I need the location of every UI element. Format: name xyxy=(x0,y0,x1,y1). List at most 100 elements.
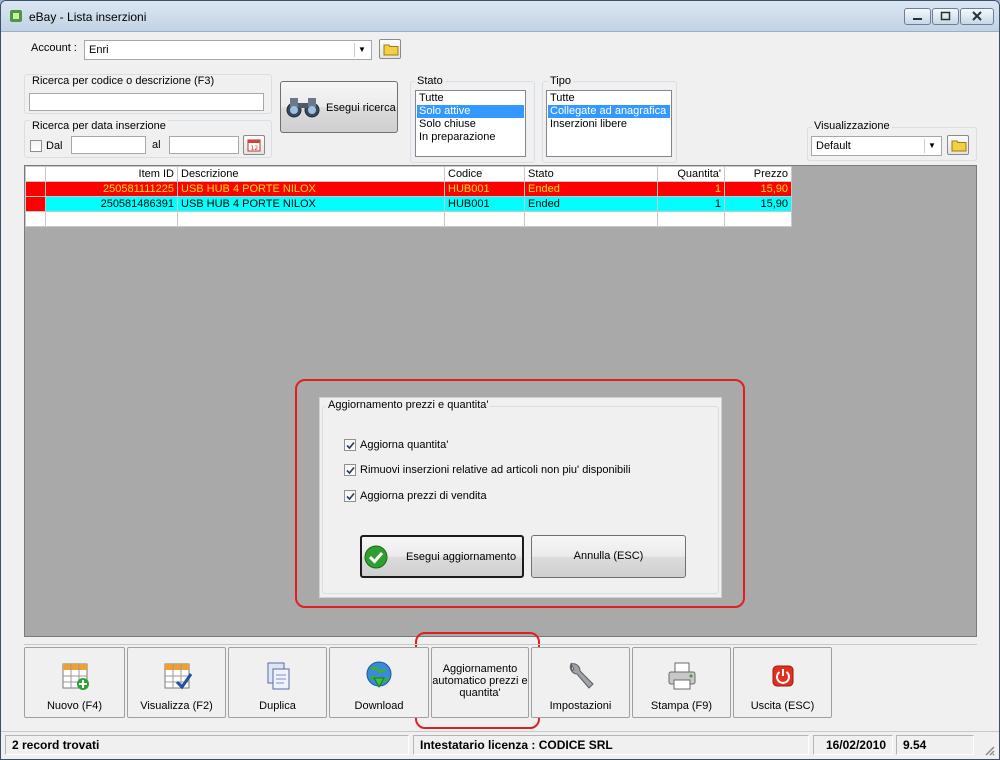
row-indicator xyxy=(25,196,46,212)
chevron-down-icon: ▼ xyxy=(924,139,939,153)
main-window: eBay - Lista inserzioni Account : Enri ▼… xyxy=(0,0,1000,760)
cell-quantita: 1 xyxy=(657,196,725,212)
cell-codice: HUB001 xyxy=(444,181,525,197)
col-codice[interactable]: Codice xyxy=(444,166,525,182)
col-descrizione[interactable]: Descrizione xyxy=(177,166,445,182)
folder-icon xyxy=(951,140,967,152)
calendar-button[interactable]: 12 xyxy=(243,135,265,155)
calendar-icon: 12 xyxy=(247,139,261,152)
search-button-label: Esegui ricerca xyxy=(326,102,396,114)
cell-prezzo: 15,90 xyxy=(724,196,792,212)
table-row-new[interactable] xyxy=(25,211,792,227)
date-search-title: Ricerca per data inserzione xyxy=(30,120,168,132)
visualizzazione-folder-button[interactable] xyxy=(947,135,969,155)
nuovo-button[interactable]: Nuovo (F4) xyxy=(24,647,125,718)
cell-empty xyxy=(444,211,525,227)
maximize-icon xyxy=(940,11,951,21)
cell-stato: Ended xyxy=(524,181,658,197)
cell-prezzo: 15,90 xyxy=(724,181,792,197)
row-indicator xyxy=(25,211,46,227)
stato-listbox[interactable]: Tutte Solo attive Solo chiuse In prepara… xyxy=(415,90,526,157)
visualizzazione-title: Visualizzazione xyxy=(812,120,892,132)
nuovo-label: Nuovo (F4) xyxy=(46,700,103,712)
tipo-item-collegate[interactable]: Collegate ad anagrafica xyxy=(548,105,670,118)
visualizzazione-value: Default xyxy=(816,140,851,152)
duplica-button[interactable]: Duplica xyxy=(228,647,327,718)
visualizza-button[interactable]: Visualizza (F2) xyxy=(127,647,226,718)
cell-codice: HUB001 xyxy=(444,196,525,212)
table-row[interactable]: 250581111225 USB HUB 4 PORTE NILOX HUB00… xyxy=(25,181,792,197)
download-globe-icon xyxy=(366,661,392,689)
dialog-highlight xyxy=(295,379,745,608)
download-button[interactable]: Download xyxy=(329,647,429,718)
impostazioni-button[interactable]: Impostazioni xyxy=(531,647,630,718)
account-value: Enri xyxy=(89,44,109,56)
from-date-checkbox[interactable] xyxy=(30,140,42,152)
cell-empty xyxy=(177,211,445,227)
stampa-button[interactable]: Stampa (F9) xyxy=(632,647,731,718)
cell-empty xyxy=(45,211,178,227)
stato-item-in-preparazione[interactable]: In preparazione xyxy=(417,131,524,144)
col-prezzo[interactable]: Prezzo xyxy=(724,166,792,182)
minimize-button[interactable] xyxy=(904,8,931,25)
stato-item-solo-chiuse[interactable]: Solo chiuse xyxy=(417,118,524,131)
close-button[interactable] xyxy=(960,8,994,25)
search-button[interactable]: Esegui ricerca xyxy=(280,81,398,133)
stato-item-tutte[interactable]: Tutte xyxy=(417,92,524,105)
binoculars-icon xyxy=(286,98,320,118)
account-folder-button[interactable] xyxy=(379,39,401,59)
cell-empty xyxy=(657,211,725,227)
impostazioni-label: Impostazioni xyxy=(549,700,612,712)
cell-item-id: 250581486391 xyxy=(45,196,178,212)
wrench-icon xyxy=(569,662,594,689)
code-search-input[interactable] xyxy=(29,93,264,111)
aggiornamento-label-line3: quantita' xyxy=(459,687,501,699)
cell-empty xyxy=(724,211,792,227)
col-item-id[interactable]: Item ID xyxy=(45,166,178,182)
aggiornamento-label-line2: automatico prezzi e xyxy=(432,675,528,687)
from-date-input[interactable] xyxy=(71,136,146,154)
from-date-label: Dal xyxy=(46,140,63,152)
cell-descrizione: USB HUB 4 PORTE NILOX xyxy=(177,181,445,197)
uscita-button[interactable]: Uscita (ESC) xyxy=(733,647,832,718)
tipo-item-libere[interactable]: Inserzioni libere xyxy=(548,118,670,131)
visualizzazione-select[interactable]: Default ▼ xyxy=(811,136,942,156)
stato-item-solo-attive[interactable]: Solo attive xyxy=(417,105,524,118)
cell-stato: Ended xyxy=(524,196,658,212)
svg-text:12: 12 xyxy=(251,145,259,152)
title-bar: eBay - Lista inserzioni xyxy=(1,1,999,32)
tipo-listbox[interactable]: Tutte Collegate ad anagrafica Inserzioni… xyxy=(546,90,672,157)
aggiornamento-button[interactable]: Aggiornamento automatico prezzi e quanti… xyxy=(431,647,529,718)
tipo-item-tutte[interactable]: Tutte xyxy=(548,92,670,105)
printer-icon xyxy=(668,662,695,690)
to-date-input[interactable] xyxy=(169,136,239,154)
stato-title: Stato xyxy=(415,75,445,87)
maximize-button[interactable] xyxy=(932,8,959,25)
view-grid-icon xyxy=(164,663,192,690)
row-indicator xyxy=(25,181,46,197)
power-icon xyxy=(772,665,793,687)
app-icon xyxy=(10,10,22,22)
cell-item-id: 250581111225 xyxy=(45,181,178,197)
tipo-title: Tipo xyxy=(548,75,573,87)
uscita-label: Uscita (ESC) xyxy=(750,700,815,712)
col-quantita[interactable]: Quantita' xyxy=(657,166,725,182)
new-grid-icon xyxy=(62,663,89,690)
table-row[interactable]: 250581486391 USB HUB 4 PORTE NILOX HUB00… xyxy=(25,196,792,212)
cell-empty xyxy=(524,211,658,227)
duplica-label: Duplica xyxy=(259,700,296,712)
account-label: Account : xyxy=(31,42,77,54)
duplicate-icon xyxy=(267,662,289,690)
close-icon xyxy=(972,11,982,21)
stampa-label: Stampa (F9) xyxy=(650,700,713,712)
cell-quantita: 1 xyxy=(657,181,725,197)
listings-table: Item ID Descrizione Codice Stato Quantit… xyxy=(25,166,792,227)
header-indicator xyxy=(25,166,46,182)
aggiornamento-label: Aggiornamento automatico prezzi e quanti… xyxy=(432,663,528,699)
col-stato[interactable]: Stato xyxy=(524,166,658,182)
account-select[interactable]: Enri ▼ xyxy=(84,40,372,60)
resize-grip-icon[interactable] xyxy=(983,744,995,756)
table-header: Item ID Descrizione Codice Stato Quantit… xyxy=(25,166,792,182)
minimize-icon xyxy=(913,18,922,20)
record-count: 2 record trovati xyxy=(5,735,409,755)
